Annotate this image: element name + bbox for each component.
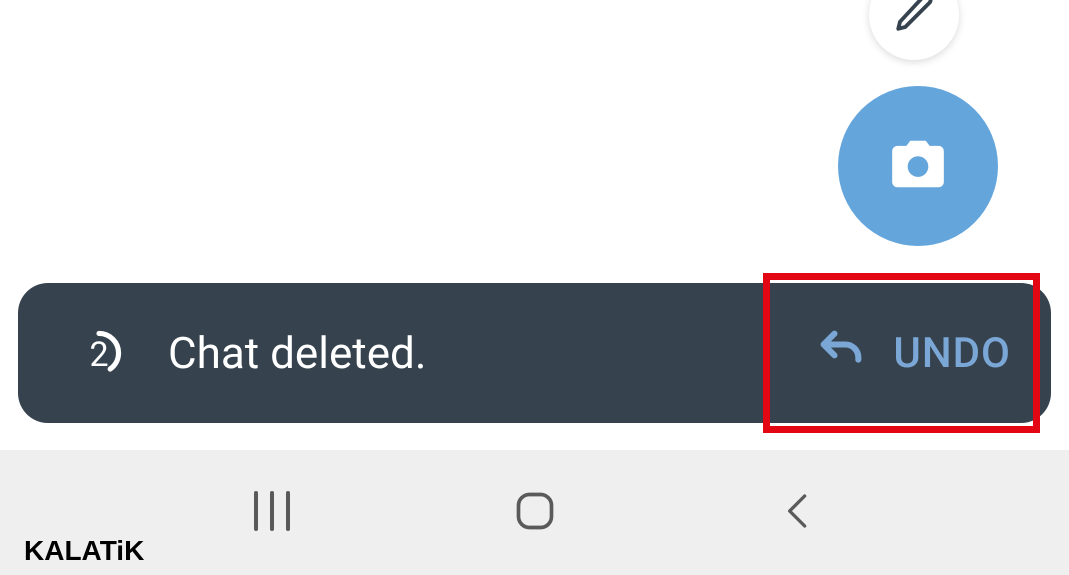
undo-button[interactable]: UNDO: [815, 325, 1011, 381]
home-icon: [513, 489, 557, 537]
pencil-icon: [893, 0, 935, 38]
undo-icon: [815, 325, 867, 381]
snackbar: 2 Chat deleted. UNDO: [18, 283, 1051, 423]
camera-fab[interactable]: [838, 86, 998, 246]
countdown-timer: 2: [76, 330, 122, 376]
undo-label: UNDO: [893, 329, 1011, 378]
system-navbar: [0, 450, 1069, 575]
watermark: KALATiK: [24, 535, 144, 567]
back-icon: [778, 491, 818, 535]
recents-button[interactable]: [237, 478, 307, 548]
back-button[interactable]: [763, 478, 833, 548]
recents-icon: [248, 487, 296, 539]
snackbar-message: Chat deleted.: [168, 327, 815, 379]
edit-fab[interactable]: [869, 0, 959, 60]
home-button[interactable]: [500, 478, 570, 548]
countdown-number: 2: [89, 335, 108, 375]
camera-icon: [887, 133, 949, 199]
